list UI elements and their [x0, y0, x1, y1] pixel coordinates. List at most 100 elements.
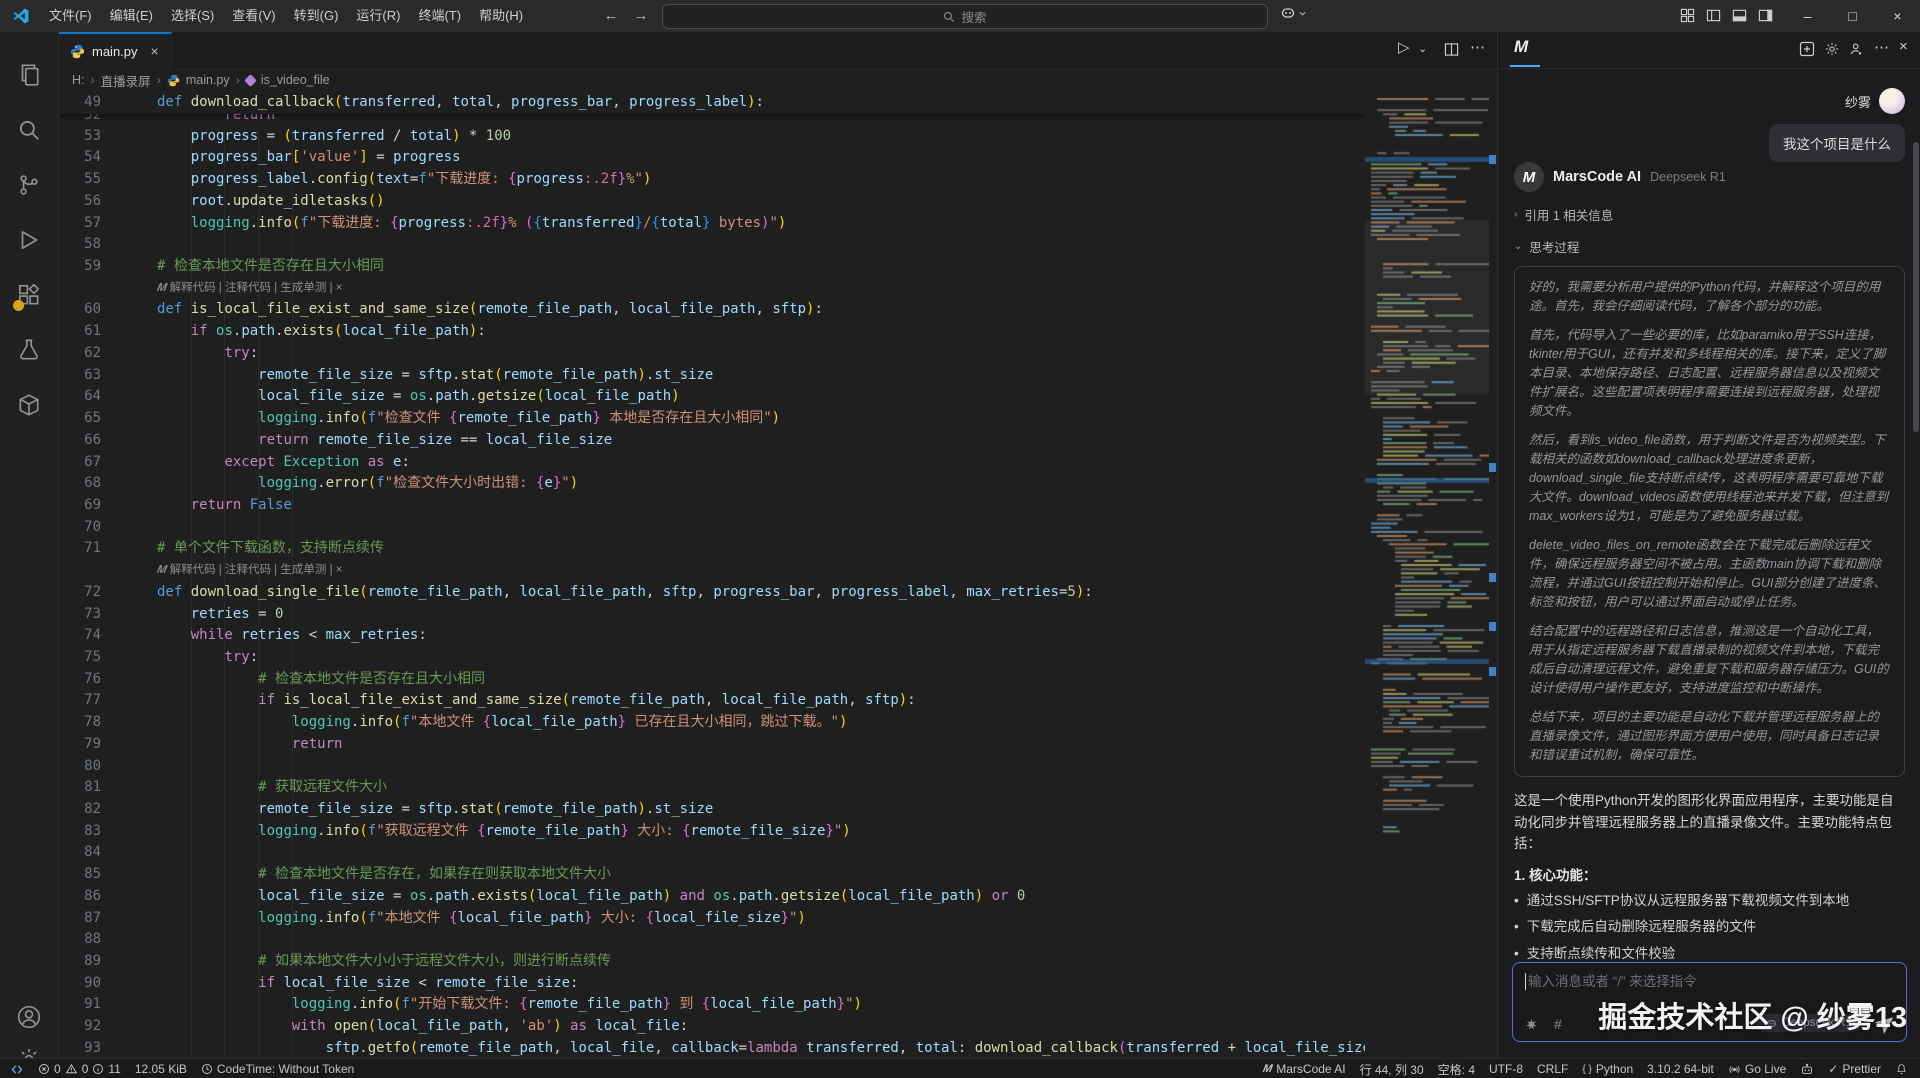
line-content[interactable]: logging.info(f"开始下载文件: {remote_file_path… — [157, 994, 1365, 1016]
line-number[interactable]: 80 — [58, 756, 157, 778]
code-line[interactable]: 53 progress = (transferred / total) * 10… — [58, 126, 1365, 148]
sidebar-item-search[interactable] — [16, 117, 42, 143]
new-chat-icon[interactable] — [1799, 41, 1815, 57]
code-line[interactable]: 54 progress_bar['value'] = progress — [58, 147, 1365, 169]
toggle-panel-icon[interactable] — [1732, 8, 1747, 23]
eol-sequence[interactable]: CRLF — [1530, 1059, 1575, 1078]
line-number[interactable]: 86 — [58, 886, 157, 908]
code-line[interactable]: 85 # 检查本地文件是否存在，如果存在则获取本地文件大小 — [58, 864, 1365, 886]
panel-close-icon[interactable]: × — [1899, 38, 1908, 55]
code-line[interactable]: 62 try: — [58, 343, 1365, 365]
line-content[interactable]: try: — [157, 343, 1365, 365]
code-line[interactable]: 77 if is_local_file_exist_and_same_size(… — [58, 690, 1365, 712]
code-line[interactable]: 57 logging.info(f"下载进度: {progress:.2f}% … — [58, 213, 1365, 235]
line-content[interactable]: progress_bar['value'] = progress — [157, 147, 1365, 169]
line-content[interactable]: logging.info(f"本地文件 {local_file_path} 已存… — [157, 712, 1365, 734]
line-content[interactable]: sftp.getfo(remote_file_path, local_file,… — [157, 1038, 1365, 1058]
breadcrumb-symbol[interactable]: is_video_file — [261, 73, 330, 87]
maximize-button[interactable]: □ — [1830, 0, 1875, 32]
line-content[interactable]: if local_file_size < remote_file_size: — [157, 973, 1365, 995]
line-number[interactable]: 64 — [58, 386, 157, 408]
line-content[interactable]: # 单个文件下载函数，支持断点续传 — [157, 538, 1365, 560]
codelens-action[interactable]: 生成单测 — [280, 282, 326, 294]
menu-edit[interactable]: 编辑(E) — [101, 0, 162, 32]
line-number[interactable]: 60 — [58, 299, 157, 321]
line-number[interactable]: 76 — [58, 669, 157, 691]
line-number[interactable]: 83 — [58, 821, 157, 843]
line-content[interactable]: return remote_file_size == local_file_si… — [157, 430, 1365, 452]
menu-view[interactable]: 查看(V) — [223, 0, 284, 32]
line-content[interactable]: # 检查本地文件是否存在且大小相同 — [157, 256, 1365, 278]
code-line[interactable]: 59# 检查本地文件是否存在且大小相同 — [58, 256, 1365, 278]
line-number[interactable]: 52 — [58, 114, 157, 126]
line-content[interactable]: if is_local_file_exist_and_same_size(rem… — [157, 690, 1365, 712]
line-number[interactable]: 79 — [58, 734, 157, 756]
codelens-action[interactable]: 解释代码 — [170, 282, 216, 294]
line-content[interactable]: return False — [157, 495, 1365, 517]
codelens-row[interactable]: M解释代码 | 注释代码 | 生成单测 | × — [58, 560, 1365, 582]
sticky-line[interactable]: 49def download_callback(transferred, tot… — [58, 92, 1365, 114]
line-content[interactable]: logging.info(f"获取远程文件 {remote_file_path}… — [157, 821, 1365, 843]
line-number[interactable]: 61 — [58, 321, 157, 343]
line-number[interactable]: 93 — [58, 1038, 157, 1058]
language-mode[interactable]: { } Python — [1575, 1059, 1640, 1078]
code-line[interactable]: 63 remote_file_size = sftp.stat(remote_f… — [58, 365, 1365, 387]
code-line[interactable]: 91 logging.info(f"开始下载文件: {remote_file_p… — [58, 994, 1365, 1016]
line-content[interactable]: logging.info(f"检查文件 {remote_file_path} 本… — [157, 408, 1365, 430]
line-content[interactable]: root.update_idletasks() — [157, 191, 1365, 213]
codelens-action[interactable]: 注释代码 — [225, 564, 271, 576]
line-content[interactable]: retries = 0 — [157, 604, 1365, 626]
send-icon[interactable] — [1872, 1009, 1900, 1037]
code-line[interactable]: 92 with open(local_file_path, 'ab') as l… — [58, 1016, 1365, 1038]
line-content[interactable]: local_file_size = os.path.exists(local_f… — [157, 886, 1365, 908]
line-number[interactable]: 53 — [58, 126, 157, 148]
sidebar-item-run-debug[interactable] — [16, 227, 42, 253]
customize-layout-icon[interactable] — [1680, 8, 1695, 23]
line-number[interactable]: 78 — [58, 712, 157, 734]
line-number[interactable]: 87 — [58, 908, 157, 930]
line-number[interactable]: 71 — [58, 538, 157, 560]
model-selector-chip[interactable]: Deepseek R1 — [1756, 1014, 1862, 1032]
line-number[interactable]: 84 — [58, 842, 157, 864]
menu-selection[interactable]: 选择(S) — [162, 0, 223, 32]
codelens-action[interactable]: 注释代码 — [225, 282, 271, 294]
line-content[interactable]: if os.path.exists(local_file_path): — [157, 321, 1365, 343]
line-content[interactable]: # 获取远程文件大小 — [157, 777, 1365, 799]
line-content[interactable]: remote_file_size = sftp.stat(remote_file… — [157, 365, 1365, 387]
line-content[interactable]: local_file_size = os.path.getsize(local_… — [157, 386, 1365, 408]
code-line[interactable]: 93 sftp.getfo(remote_file_path, local_fi… — [58, 1038, 1365, 1058]
line-number[interactable]: 91 — [58, 994, 157, 1016]
menu-run[interactable]: 运行(R) — [347, 0, 409, 32]
clipped-line[interactable]: 52 return — [58, 114, 1365, 126]
line-number[interactable]: 82 — [58, 799, 157, 821]
code-line[interactable]: 61 if os.path.exists(local_file_path): — [58, 321, 1365, 343]
breadcrumb-file[interactable]: main.py — [186, 73, 230, 87]
tab-close-icon[interactable]: × — [151, 43, 159, 59]
code-line[interactable]: 70 — [58, 517, 1365, 539]
line-content[interactable]: M解释代码 | 注释代码 | 生成单测 | × — [157, 560, 1365, 582]
code-line[interactable]: 88 — [58, 929, 1365, 951]
line-content[interactable]: logging.error(f"检查文件大小时出错: {e}") — [157, 473, 1365, 495]
split-editor-icon[interactable] — [1444, 42, 1459, 57]
line-content[interactable] — [157, 756, 1365, 778]
go-live-button[interactable]: Go Live — [1721, 1059, 1793, 1078]
panel-more-icon[interactable]: ⋯ — [1874, 38, 1889, 56]
line-number[interactable]: 75 — [58, 647, 157, 669]
run-dropdown-chevron-icon[interactable]: ⌄ — [1418, 42, 1427, 55]
line-content[interactable] — [157, 929, 1365, 951]
line-content[interactable]: def download_single_file(remote_file_pat… — [157, 582, 1365, 604]
code-line[interactable]: 75 try: — [58, 647, 1365, 669]
line-number[interactable]: 77 — [58, 690, 157, 712]
line-content[interactable]: progress = (transferred / total) * 100 — [157, 126, 1365, 148]
line-number[interactable]: 67 — [58, 452, 157, 474]
file-size[interactable]: 12.05 KiB — [128, 1059, 194, 1078]
code-line[interactable]: 71# 单个文件下载函数，支持断点续传 — [58, 538, 1365, 560]
sidebar-item-testing[interactable] — [16, 337, 42, 363]
line-content[interactable]: with open(local_file_path, 'ab') as loca… — [157, 1016, 1365, 1038]
minimize-button[interactable]: – — [1785, 0, 1830, 32]
chat-input[interactable] — [1525, 973, 1869, 990]
line-number[interactable] — [58, 278, 157, 300]
code-line[interactable]: 66 return remote_file_size == local_file… — [58, 430, 1365, 452]
code-line[interactable]: 80 — [58, 756, 1365, 778]
toggle-sidebar-icon[interactable] — [1706, 8, 1721, 23]
